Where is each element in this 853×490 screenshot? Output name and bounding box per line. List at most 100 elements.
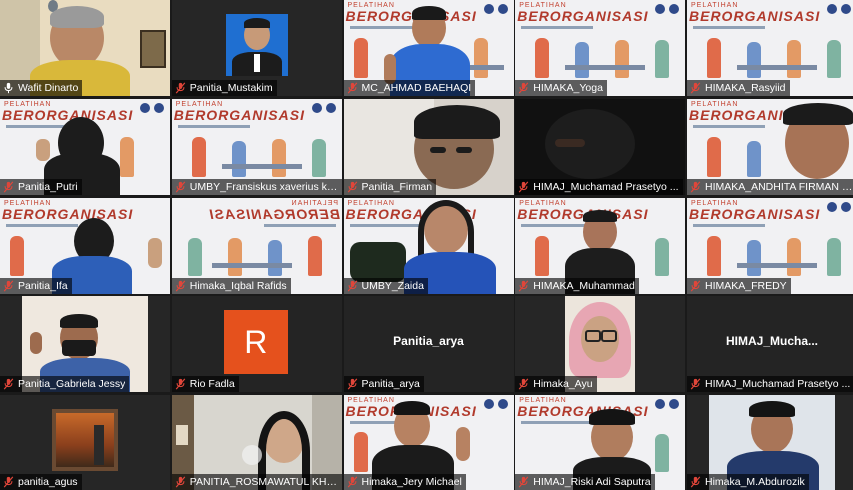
participant-name: HIMAKA_FREDY <box>705 279 787 292</box>
microphone-muted-icon <box>175 279 185 292</box>
microphone-muted-icon <box>690 378 701 390</box>
participant-display-name: Panitia_arya <box>393 334 464 349</box>
microphone-muted-icon <box>175 378 185 390</box>
participant-name: Panitia_Gabriela Jessy <box>18 378 126 391</box>
participant-name-label: HIMAKA_Rasyiid <box>687 80 790 96</box>
microphone-muted-icon <box>347 476 357 488</box>
video-tile-camera-off[interactable]: HIMAJ_Mucha... HIMAJ_Muchamad Prasetyo .… <box>687 296 853 393</box>
participant-name: Panitia_Mustakim <box>189 82 273 94</box>
video-tile[interactable]: PELATIHAN BERORGANISASI UMBY_Zaida <box>343 197 514 294</box>
video-tile[interactable]: Himaka_M.Abdurozik <box>687 395 853 490</box>
video-tile[interactable]: PANITIA_ROSMAWATUL KHOTI... <box>171 395 342 490</box>
microphone-muted-icon <box>690 279 701 292</box>
microphone-icon <box>4 82 13 94</box>
video-tile[interactable]: PELATIHAN BERORGANISASI HIMAKA_Muhammad <box>515 197 686 294</box>
participant-display-name: HIMAJ_Mucha... <box>725 334 818 349</box>
microphone-muted-icon <box>519 279 529 292</box>
participant-name-label: Panitia_Ifa <box>0 277 72 294</box>
participant-name-label: MC_AHMAD BAEHAQI <box>343 80 476 96</box>
video-tile[interactable]: PELATIHAN BERORGANISASI HIMAKA_ANDHITA F… <box>687 98 853 195</box>
microphone-muted-icon <box>519 378 529 390</box>
microphone-muted-icon <box>175 181 185 193</box>
video-tile[interactable]: PELATIHAN BERORGANISASI HIMAKA_Rasyiid <box>687 0 853 96</box>
participant-name: HIMAJ_Muchamad Prasetyo ... <box>705 378 851 391</box>
participant-name-label: UMBY_Fransiskus xaverius kati... <box>171 178 342 195</box>
video-tile[interactable]: Panitia_Gabriela Jessy <box>0 296 170 393</box>
participant-name: Panitia_Ifa <box>18 279 68 292</box>
participant-name-label: HIMAKA_Muhammad <box>515 277 639 294</box>
participant-name-label: Panitia_Firman <box>343 178 437 195</box>
video-tile-active-speaker[interactable]: PELATIHAN BERORGANISASI MC_AHMAD BAEHAQI <box>343 0 514 96</box>
microphone-muted-icon <box>690 82 701 94</box>
participant-name-label: HIMAKA_FREDY <box>687 277 791 294</box>
participant-name: HIMAJ_Muchamad Prasetyo ... <box>533 180 679 193</box>
microphone-muted-icon <box>690 476 701 488</box>
microphone-muted-icon <box>347 378 357 390</box>
participant-name-label: HIMAJ_Muchamad Prasetyo ... <box>687 376 853 393</box>
microphone-muted-icon <box>3 476 14 488</box>
participant-name-label: Panitia_Gabriela Jessy <box>0 376 130 393</box>
participant-name: Panitia_Firman <box>361 180 433 193</box>
participant-name-label: Himaka_Ayu <box>515 376 597 393</box>
video-tile[interactable]: PELATIHAN BERORGANISASI Panitia_Putri <box>0 98 170 195</box>
participant-name: HIMAJ_Riski Adi Saputra <box>533 476 651 488</box>
participant-name: Himaka_Iqbal Rafids <box>189 279 287 292</box>
participant-name: HIMAKA_Muhammad <box>533 279 635 292</box>
participant-name-label: Wafit Dinarto <box>0 80 83 96</box>
participant-name: HIMAKA_Rasyiid <box>705 82 786 94</box>
video-tile[interactable]: panitia_agus <box>0 395 170 490</box>
video-tile[interactable]: Himaka_Ayu <box>515 296 686 393</box>
video-tile[interactable]: PELATIHAN BERORGANISASI HIMAKA_Yoga <box>515 0 686 96</box>
participant-name: HIMAKA_Yoga <box>533 82 603 94</box>
slide-title-large: BERORGANISASI <box>208 205 340 222</box>
microphone-muted-icon <box>3 378 14 390</box>
microphone-muted-icon <box>3 279 14 292</box>
participant-name-label: Rio Fadla <box>171 376 239 393</box>
video-tile[interactable]: PELATIHAN BERORGANISASI UMBY_Fransiskus … <box>171 98 342 195</box>
participant-name: UMBY_Zaida <box>361 279 424 292</box>
video-tile[interactable]: PELATIHAN BERORGANISASI HIMAKA_FREDY <box>687 197 853 294</box>
participant-name-label: Himaka_Jery Michael <box>343 474 466 490</box>
participant-name-label: Panitia_Putri <box>0 178 82 195</box>
participant-name: Panitia_Putri <box>18 180 78 193</box>
microphone-muted-icon <box>347 82 357 94</box>
participant-name-label: Panitia_Mustakim <box>171 80 277 96</box>
slide-title-large: BERORGANISASI <box>689 205 821 222</box>
slide-title-large: BERORGANISASI <box>517 8 649 24</box>
slide-title-large: BERORGANISASI <box>173 106 305 123</box>
video-tile-camera-off[interactable]: Panitia_arya Panitia_arya <box>343 296 514 393</box>
participant-name-label: Panitia_arya <box>343 376 424 393</box>
participant-name: PANITIA_ROSMAWATUL KHOTI... <box>189 476 338 488</box>
video-tile[interactable]: PELATIHAN BERORGANISASI Himaka_Jery Mich… <box>343 395 514 490</box>
video-tile[interactable]: Wafit Dinarto <box>0 0 170 96</box>
participant-name: Himaka_Jery Michael <box>361 476 462 488</box>
participant-name: HIMAKA_ANDHITA FIRMAN S... <box>705 180 853 193</box>
slide-title-large: BERORGANISASI <box>2 205 134 222</box>
microphone-muted-icon <box>519 181 529 193</box>
participant-name: panitia_agus <box>18 476 78 488</box>
video-tile[interactable]: PELATIHAN BERORGANISASI HIMAJ_Riski Adi … <box>515 395 686 490</box>
participant-name-label: Himaka_M.Abdurozik <box>687 474 809 490</box>
participant-name-label: UMBY_Zaida <box>343 277 428 294</box>
microphone-muted-icon <box>519 476 529 488</box>
microphone-muted-icon <box>690 181 701 193</box>
video-tile[interactable]: Panitia_Firman <box>343 98 514 195</box>
video-tile[interactable]: HIMAJ_Muchamad Prasetyo ... <box>515 98 686 195</box>
microphone-muted-icon <box>175 476 185 488</box>
participant-name: Himaka_Ayu <box>533 378 593 391</box>
video-tile-camera-off[interactable]: R Rio Fadla <box>171 296 342 393</box>
participant-name: Wafit Dinarto <box>18 82 79 94</box>
participant-name: Himaka_M.Abdurozik <box>705 476 805 488</box>
microphone-muted-icon <box>175 82 185 94</box>
participant-name-label: HIMAKA_Yoga <box>515 80 607 96</box>
video-tile[interactable]: PELATIHAN BERORGANISASI Himaka_Iqbal Raf… <box>171 197 342 294</box>
video-tile[interactable]: PELATIHAN BERORGANISASI Panitia_Ifa <box>0 197 170 294</box>
participant-name: UMBY_Fransiskus xaverius kati... <box>189 180 338 193</box>
video-tile[interactable]: Panitia_Mustakim <box>171 0 342 96</box>
participant-name: Rio Fadla <box>189 378 235 391</box>
participant-name: Panitia_arya <box>361 378 420 391</box>
avatar: R <box>223 310 288 375</box>
microphone-muted-icon <box>519 82 529 94</box>
participant-name-label: PANITIA_ROSMAWATUL KHOTI... <box>171 474 342 490</box>
participant-name-label: Himaka_Iqbal Rafids <box>171 277 291 294</box>
